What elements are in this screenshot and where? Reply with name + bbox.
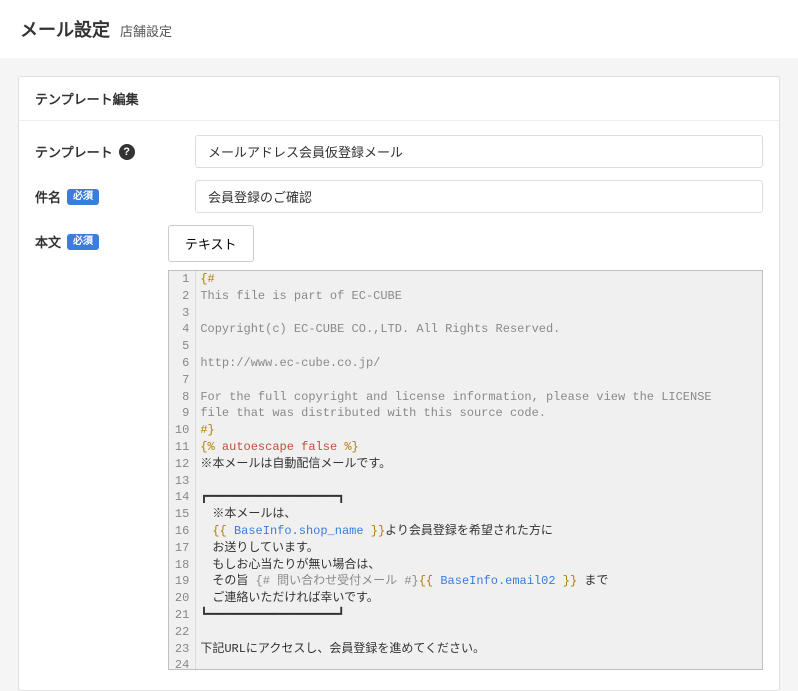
gutter-line: 19 bbox=[175, 573, 189, 590]
code-line[interactable]: file that was distributed with this sour… bbox=[200, 405, 758, 422]
code-line[interactable]: Copyright(c) EC-CUBE CO.,LTD. All Rights… bbox=[200, 321, 758, 338]
code-line[interactable]: {% autoescape false %} bbox=[200, 439, 758, 456]
code-line[interactable]: もしお心当たりが無い場合は、 bbox=[200, 557, 758, 574]
code-line[interactable]: ご連絡いただければ幸いです。 bbox=[200, 590, 758, 607]
template-edit-card: テンプレート編集 テンプレート ? 件名 必須 bbox=[18, 76, 780, 691]
code-line[interactable]: #} bbox=[200, 422, 758, 439]
gutter-line: 7 bbox=[175, 372, 189, 389]
gutter-line: 12 bbox=[175, 456, 189, 473]
gutter-line: 16 bbox=[175, 523, 189, 540]
code-editor[interactable]: 1234567891011121314151617181920212223242… bbox=[168, 270, 763, 670]
gutter-line: 15 bbox=[175, 506, 189, 523]
label-subject-text: 件名 bbox=[35, 187, 61, 206]
code-line[interactable]: {{ BaseInfo.shop_name }}より会員登録を希望された方に bbox=[200, 523, 758, 540]
label-template-text: テンプレート bbox=[35, 142, 113, 161]
tab-text[interactable]: テキスト bbox=[168, 225, 254, 262]
code-line[interactable]: ※本メールは、 bbox=[200, 506, 758, 523]
required-badge: 必須 bbox=[67, 189, 99, 205]
editor-code[interactable]: {#This file is part of EC-CUBE Copyright… bbox=[196, 271, 762, 669]
gutter-line: 21 bbox=[175, 607, 189, 624]
code-line[interactable]: その旨 {# 問い合わせ受付メール #}{{ BaseInfo.email02 … bbox=[200, 573, 758, 590]
gutter-line: 5 bbox=[175, 338, 189, 355]
gutter-line: 18 bbox=[175, 557, 189, 574]
label-body-text: 本文 bbox=[35, 232, 61, 251]
template-select[interactable] bbox=[195, 135, 763, 168]
code-line[interactable]: 下記URLにアクセスし、会員登録を進めてください。 bbox=[200, 641, 758, 658]
code-line[interactable]: This file is part of EC-CUBE bbox=[200, 288, 758, 305]
gutter-line: 10 bbox=[175, 422, 189, 439]
help-icon[interactable]: ? bbox=[119, 144, 135, 160]
label-template: テンプレート ? bbox=[35, 135, 195, 161]
code-line[interactable] bbox=[200, 338, 758, 355]
code-line[interactable] bbox=[200, 305, 758, 322]
code-line[interactable]: ┏━━━━━━━━━━━━━━━━━━┓ bbox=[200, 489, 758, 506]
required-badge: 必須 bbox=[67, 234, 99, 250]
card-title: テンプレート編集 bbox=[19, 77, 779, 121]
gutter-line: 23 bbox=[175, 641, 189, 658]
label-subject: 件名 必須 bbox=[35, 180, 195, 206]
code-line[interactable] bbox=[200, 473, 758, 490]
code-line[interactable] bbox=[200, 624, 758, 641]
gutter-line: 11 bbox=[175, 439, 189, 456]
gutter-line: 13 bbox=[175, 473, 189, 490]
gutter-line: 17 bbox=[175, 540, 189, 557]
gutter-line: 6 bbox=[175, 355, 189, 372]
code-line[interactable]: ※本メールは自動配信メールです。 bbox=[200, 456, 758, 473]
gutter-line: 8 bbox=[175, 389, 189, 406]
gutter-line: 3 bbox=[175, 305, 189, 322]
gutter-line: 1 bbox=[175, 271, 189, 288]
row-body: 本文 必須 テキスト 12345678910111213141516171819… bbox=[35, 225, 763, 670]
label-body: 本文 必須 bbox=[35, 225, 168, 251]
gutter-line: 4 bbox=[175, 321, 189, 338]
code-line[interactable]: http://www.ec-cube.co.jp/ bbox=[200, 355, 758, 372]
code-line[interactable] bbox=[200, 657, 758, 669]
code-line[interactable] bbox=[200, 372, 758, 389]
subject-input[interactable] bbox=[195, 180, 763, 213]
gutter-line: 20 bbox=[175, 590, 189, 607]
page-header: メール設定 店舗設定 bbox=[0, 0, 798, 58]
code-line[interactable]: ┗━━━━━━━━━━━━━━━━━━┛ bbox=[200, 607, 758, 624]
page-title: メール設定 bbox=[20, 16, 110, 42]
gutter-line: 24 bbox=[175, 657, 189, 670]
gutter-line: 2 bbox=[175, 288, 189, 305]
row-subject: 件名 必須 bbox=[35, 180, 763, 213]
gutter-line: 14 bbox=[175, 489, 189, 506]
page-subtitle: 店舗設定 bbox=[120, 21, 172, 40]
gutter-line: 22 bbox=[175, 624, 189, 641]
row-template: テンプレート ? bbox=[35, 135, 763, 168]
code-line[interactable]: お送りしています。 bbox=[200, 540, 758, 557]
code-line[interactable]: {# bbox=[200, 271, 758, 288]
code-line[interactable]: For the full copyright and license infor… bbox=[200, 389, 758, 406]
editor-gutter: 1234567891011121314151617181920212223242… bbox=[169, 271, 196, 669]
gutter-line: 9 bbox=[175, 405, 189, 422]
